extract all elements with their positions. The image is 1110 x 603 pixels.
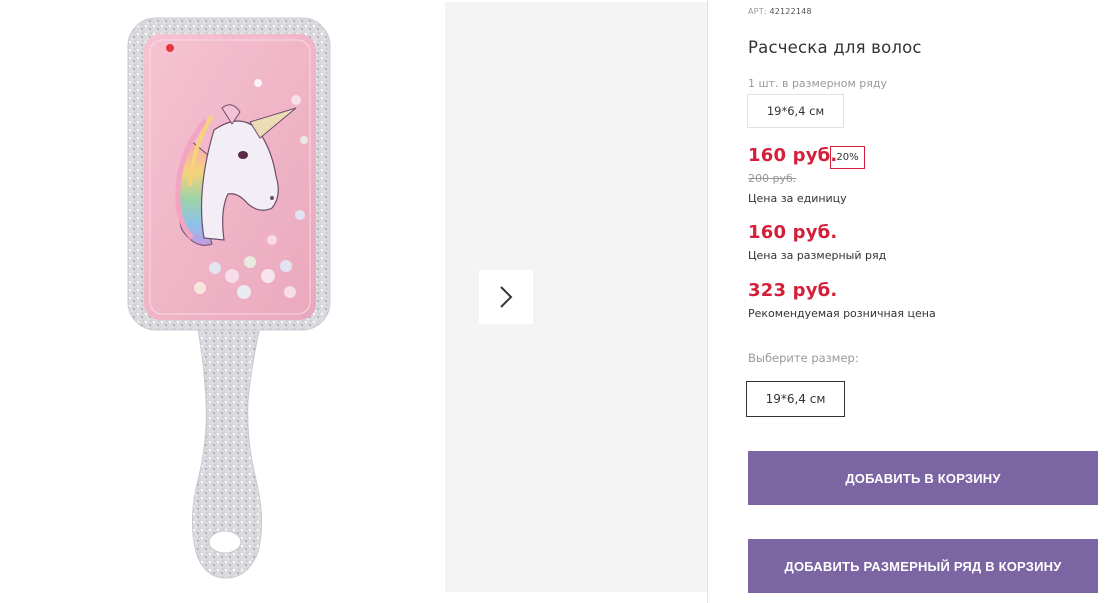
sku-line: АРТ: 42122148	[748, 7, 812, 16]
row-price: 160 руб.	[748, 222, 838, 243]
recommended-retail-price: 323 руб.	[748, 280, 838, 301]
product-info-panel: АРТ: 42122148 Расческа для волос 1 шт. в…	[746, 0, 1098, 603]
hairbrush-image	[127, 17, 331, 579]
product-gallery	[0, 0, 708, 603]
unit-price-caption: Цена за единицу	[748, 192, 847, 205]
add-to-cart-button[interactable]: ДОБАВИТЬ В КОРЗИНУ	[748, 451, 1098, 505]
sku-value: 42122148	[769, 7, 812, 16]
size-selector-label: Выберите размер:	[748, 351, 859, 365]
next-image-button[interactable]	[479, 270, 533, 324]
recommended-retail-caption: Рекомендуемая розничная цена	[748, 307, 936, 320]
size-option[interactable]: 19*6,4 см	[746, 381, 845, 417]
pack-note: 1 шт. в размерном ряду	[748, 77, 887, 90]
sku-label: АРТ:	[748, 7, 767, 16]
unit-price: 160 руб.	[748, 145, 838, 166]
row-price-caption: Цена за размерный ряд	[748, 249, 887, 262]
column-divider	[707, 0, 708, 603]
old-price: 200 руб.	[748, 172, 797, 185]
product-image-main[interactable]	[0, 0, 445, 592]
discount-badge: 20%	[830, 146, 865, 169]
pack-size-box: 19*6,4 см	[747, 94, 844, 128]
add-size-row-to-cart-button[interactable]: ДОБАВИТЬ РАЗМЕРНЫЙ РЯД В КОРЗИНУ	[748, 539, 1098, 593]
product-title: Расческа для волос	[748, 38, 922, 57]
chevron-right-icon	[500, 286, 513, 308]
